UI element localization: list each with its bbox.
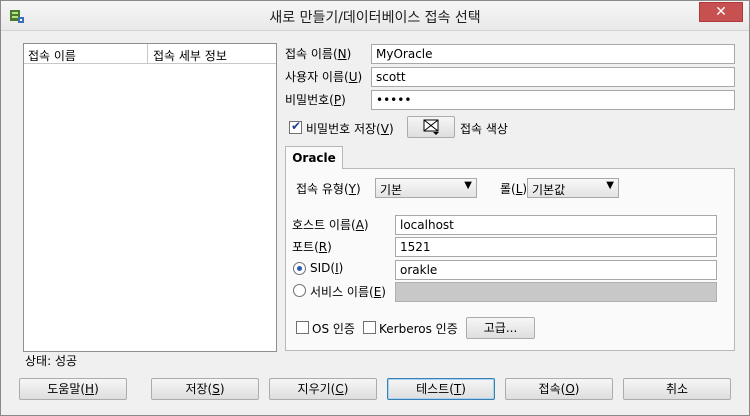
password-input[interactable]: ••••• (371, 90, 735, 110)
dropdown-arrow-icon: ▼ (464, 180, 472, 191)
window-title: 새로 만들기/데이터베이스 접속 선택 (269, 10, 481, 26)
save-button[interactable]: 저장(S) (151, 378, 259, 400)
port-label: 포트(R) (292, 240, 332, 254)
role-select[interactable]: 기본값 ▼ (527, 178, 619, 198)
service-name-input[interactable] (395, 282, 717, 302)
help-button[interactable]: 도움말(H) (19, 378, 127, 400)
port-input[interactable]: 1521 (395, 237, 717, 257)
role-label: 롤(L) (500, 182, 528, 196)
color-palette-icon (423, 119, 439, 135)
column-header-conn-details[interactable]: 접속 세부 정보 (153, 47, 227, 64)
service-name-radio[interactable] (293, 284, 306, 297)
kerberos-auth-checkbox[interactable] (363, 321, 376, 334)
advanced-button[interactable]: 고급... (466, 317, 535, 339)
hostname-label: 호스트 이름(A) (292, 218, 369, 232)
username-input[interactable]: scott (371, 67, 735, 87)
hostname-input[interactable]: localhost (395, 215, 717, 235)
status-text: 상태: 성공 (25, 354, 78, 368)
oracle-tab-panel: 접속 유형(Y) 기본 ▼ 롤(L) 기본값 ▼ 호스트 이름(A) local… (285, 168, 735, 351)
sid-input[interactable]: orakle (395, 260, 717, 280)
save-password-checkbox[interactable]: ✔ (289, 119, 302, 134)
username-label: 사용자 이름(U) (285, 70, 363, 84)
title-bar[interactable]: 새로 만들기/데이터베이스 접속 선택 ✕ (1, 1, 749, 31)
dialog-body: 접속 이름 접속 세부 정보 상태: 성공 접속 이름(N) MyOracle … (9, 32, 743, 410)
column-header-conn-name[interactable]: 접속 이름 (28, 47, 76, 64)
role-value: 기본값 (532, 183, 566, 197)
os-auth-checkbox[interactable] (296, 321, 309, 334)
conn-name-input[interactable]: MyOracle (371, 44, 735, 64)
service-name-label: 서비스 이름(E) (310, 285, 386, 299)
close-button[interactable]: ✕ (699, 2, 743, 22)
test-button[interactable]: 테스트(T) (387, 378, 495, 400)
conn-type-select[interactable]: 기본 ▼ (375, 178, 477, 198)
conn-type-label: 접속 유형(Y) (296, 182, 361, 196)
conn-color-label: 접속 색상 (460, 122, 508, 136)
column-divider[interactable] (147, 44, 148, 64)
password-label: 비밀번호(P) (285, 93, 346, 107)
sid-radio[interactable] (293, 262, 306, 275)
os-auth-label: OS 인증 (312, 322, 355, 336)
conn-name-label: 접속 이름(N) (285, 47, 352, 61)
radio-selected-dot (297, 266, 302, 271)
kerberos-auth-label: Kerberos 인증 (379, 322, 458, 336)
sid-label: SID(I) (310, 261, 344, 275)
connection-list-header: 접속 이름 접속 세부 정보 (24, 44, 276, 64)
conn-type-value: 기본 (380, 183, 403, 197)
save-password-label: 비밀번호 저장(V) (306, 122, 394, 136)
clear-button[interactable]: 지우기(C) (269, 378, 377, 400)
tab-oracle[interactable]: Oracle (285, 146, 343, 169)
checkmark-icon: ✔ (291, 119, 302, 133)
connection-list[interactable]: 접속 이름 접속 세부 정보 (23, 43, 277, 352)
dialog-window: 새로 만들기/데이터베이스 접속 선택 ✕ 접속 이름 접속 세부 정보 상태:… (0, 0, 750, 416)
conn-color-button[interactable] (407, 116, 455, 138)
dropdown-arrow-icon: ▼ (606, 180, 614, 191)
cancel-button[interactable]: 취소 (623, 378, 731, 400)
connect-button[interactable]: 접속(O) (505, 378, 613, 400)
